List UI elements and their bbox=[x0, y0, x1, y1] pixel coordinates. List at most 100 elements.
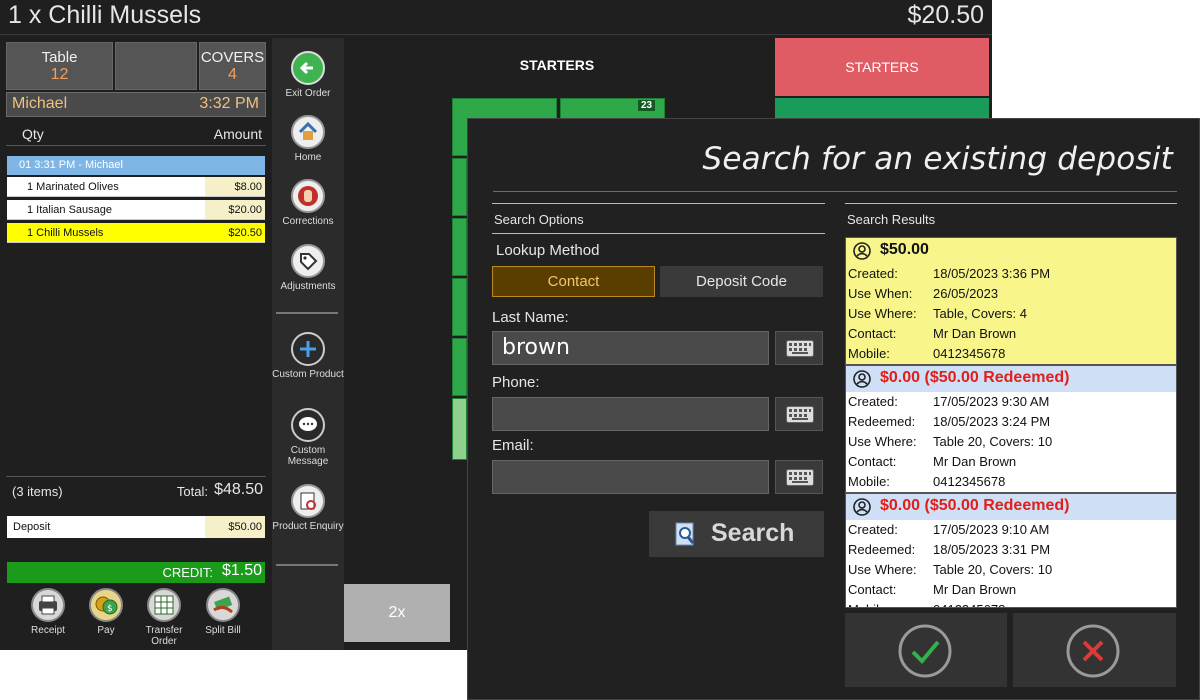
cancel-button[interactable] bbox=[1013, 613, 1176, 687]
detail-value: 17/05/2023 9:30 AM bbox=[933, 394, 1050, 409]
exit-order-button[interactable]: Exit Order bbox=[272, 51, 344, 99]
email-field[interactable] bbox=[492, 460, 769, 494]
staff-name: Michael bbox=[12, 95, 68, 112]
confirm-button[interactable] bbox=[845, 613, 1007, 687]
email-keyboard-button[interactable] bbox=[775, 460, 823, 494]
deposit-label: Deposit bbox=[13, 521, 51, 533]
phone-field[interactable] bbox=[492, 397, 769, 431]
product-button[interactable] bbox=[452, 338, 467, 396]
total-value: $48.50 bbox=[214, 481, 263, 498]
deposit-search-dialog: Search for an existing deposit Search Op… bbox=[467, 118, 1200, 700]
title-divider bbox=[493, 191, 1177, 192]
last-name-keyboard-button[interactable] bbox=[775, 331, 823, 365]
side-toolbar: Exit Order Home Corrections Adjustments bbox=[272, 38, 344, 650]
result-detail-row: Created: 17/05/2023 9:10 AM bbox=[846, 520, 1176, 540]
user-circle-icon bbox=[853, 370, 871, 388]
order-round-header[interactable]: 01 3:31 PM - Michael bbox=[7, 156, 265, 175]
section-divider bbox=[492, 233, 825, 234]
speech-bubble-icon bbox=[291, 408, 325, 442]
product-button[interactable] bbox=[452, 218, 467, 276]
exit-order-label: Exit Order bbox=[285, 88, 331, 99]
staff-row: Michael 3:32 PM bbox=[6, 92, 266, 117]
order-column-header: Qty Amount bbox=[6, 124, 266, 146]
lookup-contact-button[interactable]: Contact bbox=[492, 266, 655, 297]
order-line[interactable]: 1 Italian Sausage $20.00 bbox=[7, 200, 265, 220]
detail-key: Use Where: bbox=[848, 434, 917, 449]
order-line-desc: 1 Marinated Olives bbox=[27, 181, 119, 193]
split-bill-label: Split Bill bbox=[205, 625, 241, 636]
keyboard-icon bbox=[786, 340, 814, 357]
svg-text:$: $ bbox=[107, 604, 113, 614]
category-button[interactable] bbox=[775, 98, 989, 120]
detail-key: Use Where: bbox=[848, 306, 917, 321]
detail-value: Mr Dan Brown bbox=[933, 454, 1017, 469]
result-detail-row: Mobile: 0412345678 bbox=[846, 344, 1176, 364]
pay-button[interactable]: $ Pay bbox=[76, 588, 136, 636]
detail-value: 18/05/2023 3:24 PM bbox=[933, 414, 1051, 429]
table-label: Table bbox=[41, 49, 78, 66]
home-label: Home bbox=[294, 152, 322, 163]
search-options-label: Search Options bbox=[494, 212, 584, 227]
credit-bar: CREDIT: $1.50 bbox=[7, 562, 265, 583]
split-hand-icon bbox=[206, 588, 240, 622]
order-line-selected[interactable]: 1 Chilli Mussels $20.50 bbox=[7, 223, 265, 243]
result-detail-row: Mobile: 0412345678 bbox=[846, 600, 1176, 607]
detail-key: Redeemed: bbox=[848, 414, 916, 429]
phone-keyboard-button[interactable] bbox=[775, 397, 823, 431]
deposit-card-header: $50.00 bbox=[846, 238, 1176, 264]
custom-product-button[interactable]: Custom Product bbox=[272, 332, 344, 380]
split-bill-button[interactable]: Split Bill bbox=[193, 588, 253, 636]
product-count-badge: 23 bbox=[638, 100, 656, 111]
quantity-multiplier-button[interactable]: 2x bbox=[344, 584, 450, 642]
lookup-deposit-code-button[interactable]: Deposit Code bbox=[660, 266, 823, 297]
detail-key: Created: bbox=[848, 522, 898, 537]
last-name-field[interactable]: brown bbox=[492, 331, 769, 365]
product-enquiry-button[interactable]: Product Enquiry bbox=[272, 484, 344, 532]
product-button[interactable] bbox=[452, 158, 467, 216]
transfer-order-button[interactable]: Transfer Order bbox=[134, 588, 194, 647]
custom-message-button[interactable]: Custom Message bbox=[272, 408, 344, 467]
result-detail-row: Created: 17/05/2023 9:30 AM bbox=[846, 392, 1176, 412]
user-circle-icon bbox=[853, 498, 871, 516]
corrections-button[interactable]: Corrections bbox=[272, 179, 344, 227]
deposit-line[interactable]: Deposit $50.00 bbox=[7, 516, 265, 538]
phone-label: Phone: bbox=[492, 374, 540, 391]
amount-header: Amount bbox=[213, 126, 262, 142]
deposit-result-card[interactable]: $0.00 ($50.00 Redeemed) Created: 17/05/20… bbox=[846, 366, 1176, 494]
result-detail-row: Contact: Mr Dan Brown bbox=[846, 580, 1176, 600]
search-button[interactable]: Search bbox=[649, 511, 824, 557]
result-detail-row: Contact: Mr Dan Brown bbox=[846, 324, 1176, 344]
detail-value: Table 20, Covers: 10 bbox=[933, 434, 1053, 449]
deposit-card-header: $0.00 ($50.00 Redeemed) bbox=[846, 366, 1176, 392]
product-button[interactable] bbox=[452, 278, 467, 336]
deposit-card-header: $0.00 ($50.00 Redeemed) bbox=[846, 494, 1176, 520]
result-detail-row: Use Where: Table, Covers: 4 bbox=[846, 304, 1176, 324]
adjustments-button[interactable]: Adjustments bbox=[272, 244, 344, 292]
order-line-amount: $20.00 bbox=[205, 200, 265, 219]
order-line-amount: $8.00 bbox=[205, 177, 265, 196]
order-line-desc: 1 Chilli Mussels bbox=[27, 227, 104, 239]
receipt-button[interactable]: Receipt bbox=[18, 588, 78, 636]
home-button[interactable]: Home bbox=[272, 115, 344, 163]
screen: 1 x Chilli Mussels $20.50 Table 12 COVER… bbox=[0, 0, 1200, 700]
deposit-result-card[interactable]: $50.00 Created: 18/05/2023 3:36 PM Use Wh… bbox=[846, 238, 1176, 366]
search-results-list[interactable]: $50.00 Created: 18/05/2023 3:36 PM Use Wh… bbox=[845, 237, 1177, 608]
lookup-method-label: Lookup Method bbox=[496, 242, 600, 259]
covers-label: COVERS bbox=[200, 49, 265, 66]
result-detail-row: Use Where: Table 20, Covers: 10 bbox=[846, 560, 1176, 580]
category-button-starters[interactable]: STARTERS bbox=[775, 38, 989, 96]
table-box[interactable]: Table 12 bbox=[6, 42, 113, 90]
email-label: Email: bbox=[492, 437, 534, 454]
keyboard-icon bbox=[786, 469, 814, 486]
price-tag-icon bbox=[291, 244, 325, 278]
blank-header-box[interactable] bbox=[115, 42, 197, 90]
covers-box[interactable]: COVERS 4 bbox=[199, 42, 266, 90]
detail-key: Created: bbox=[848, 266, 898, 281]
product-button[interactable] bbox=[452, 398, 467, 460]
transfer-order-label: Transfer Order bbox=[145, 625, 183, 647]
back-arrow-icon bbox=[291, 51, 325, 85]
result-detail-row: Use When: 26/05/2023 bbox=[846, 284, 1176, 304]
deposit-result-card[interactable]: $0.00 ($50.00 Redeemed) Created: 17/05/20… bbox=[846, 494, 1176, 607]
order-line[interactable]: 1 Marinated Olives $8.00 bbox=[7, 177, 265, 197]
search-results-label: Search Results bbox=[847, 212, 936, 227]
